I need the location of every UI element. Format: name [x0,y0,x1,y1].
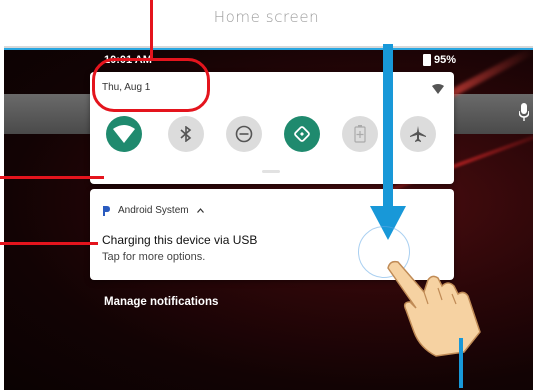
battery-saver-icon [354,125,366,143]
android-system-icon [103,206,110,216]
chevron-up-icon[interactable] [196,208,204,213]
callout-line-quick-settings [0,176,104,179]
auto-rotate-icon [294,126,310,142]
figure-caption: Home screen [213,8,320,26]
hand-pointer-icon [387,260,481,357]
auto-rotate-tile[interactable] [284,116,320,152]
notification-header: Android System [102,205,204,216]
notification-subtitle: Tap for more options. [102,251,206,263]
do-not-disturb-tile[interactable] [226,116,262,152]
manage-notifications-button[interactable]: Manage notifications [104,296,218,308]
airplane-icon [410,126,426,142]
notification-app-name: Android System [118,205,189,216]
callout-line-vertical [150,0,153,58]
wifi-signal-icon [432,84,444,94]
callout-line-hand [459,338,463,388]
battery-icon [422,54,431,66]
swipe-down-arrow [370,44,406,240]
status-battery: 95% [422,54,456,66]
do-not-disturb-icon [235,125,253,143]
wifi-icon [113,125,135,143]
bluetooth-icon [180,126,192,142]
wifi-tile[interactable] [106,116,142,152]
microphone-icon[interactable] [519,103,529,121]
battery-percent: 95% [433,54,456,66]
callout-line-notification [0,242,98,245]
notification-title: Charging this device via USB [102,233,258,247]
quick-settings-drag-handle[interactable] [262,170,280,173]
screen-top-edge [4,48,533,50]
callout-quick-tiles-outline [92,58,210,112]
bluetooth-tile[interactable] [168,116,204,152]
